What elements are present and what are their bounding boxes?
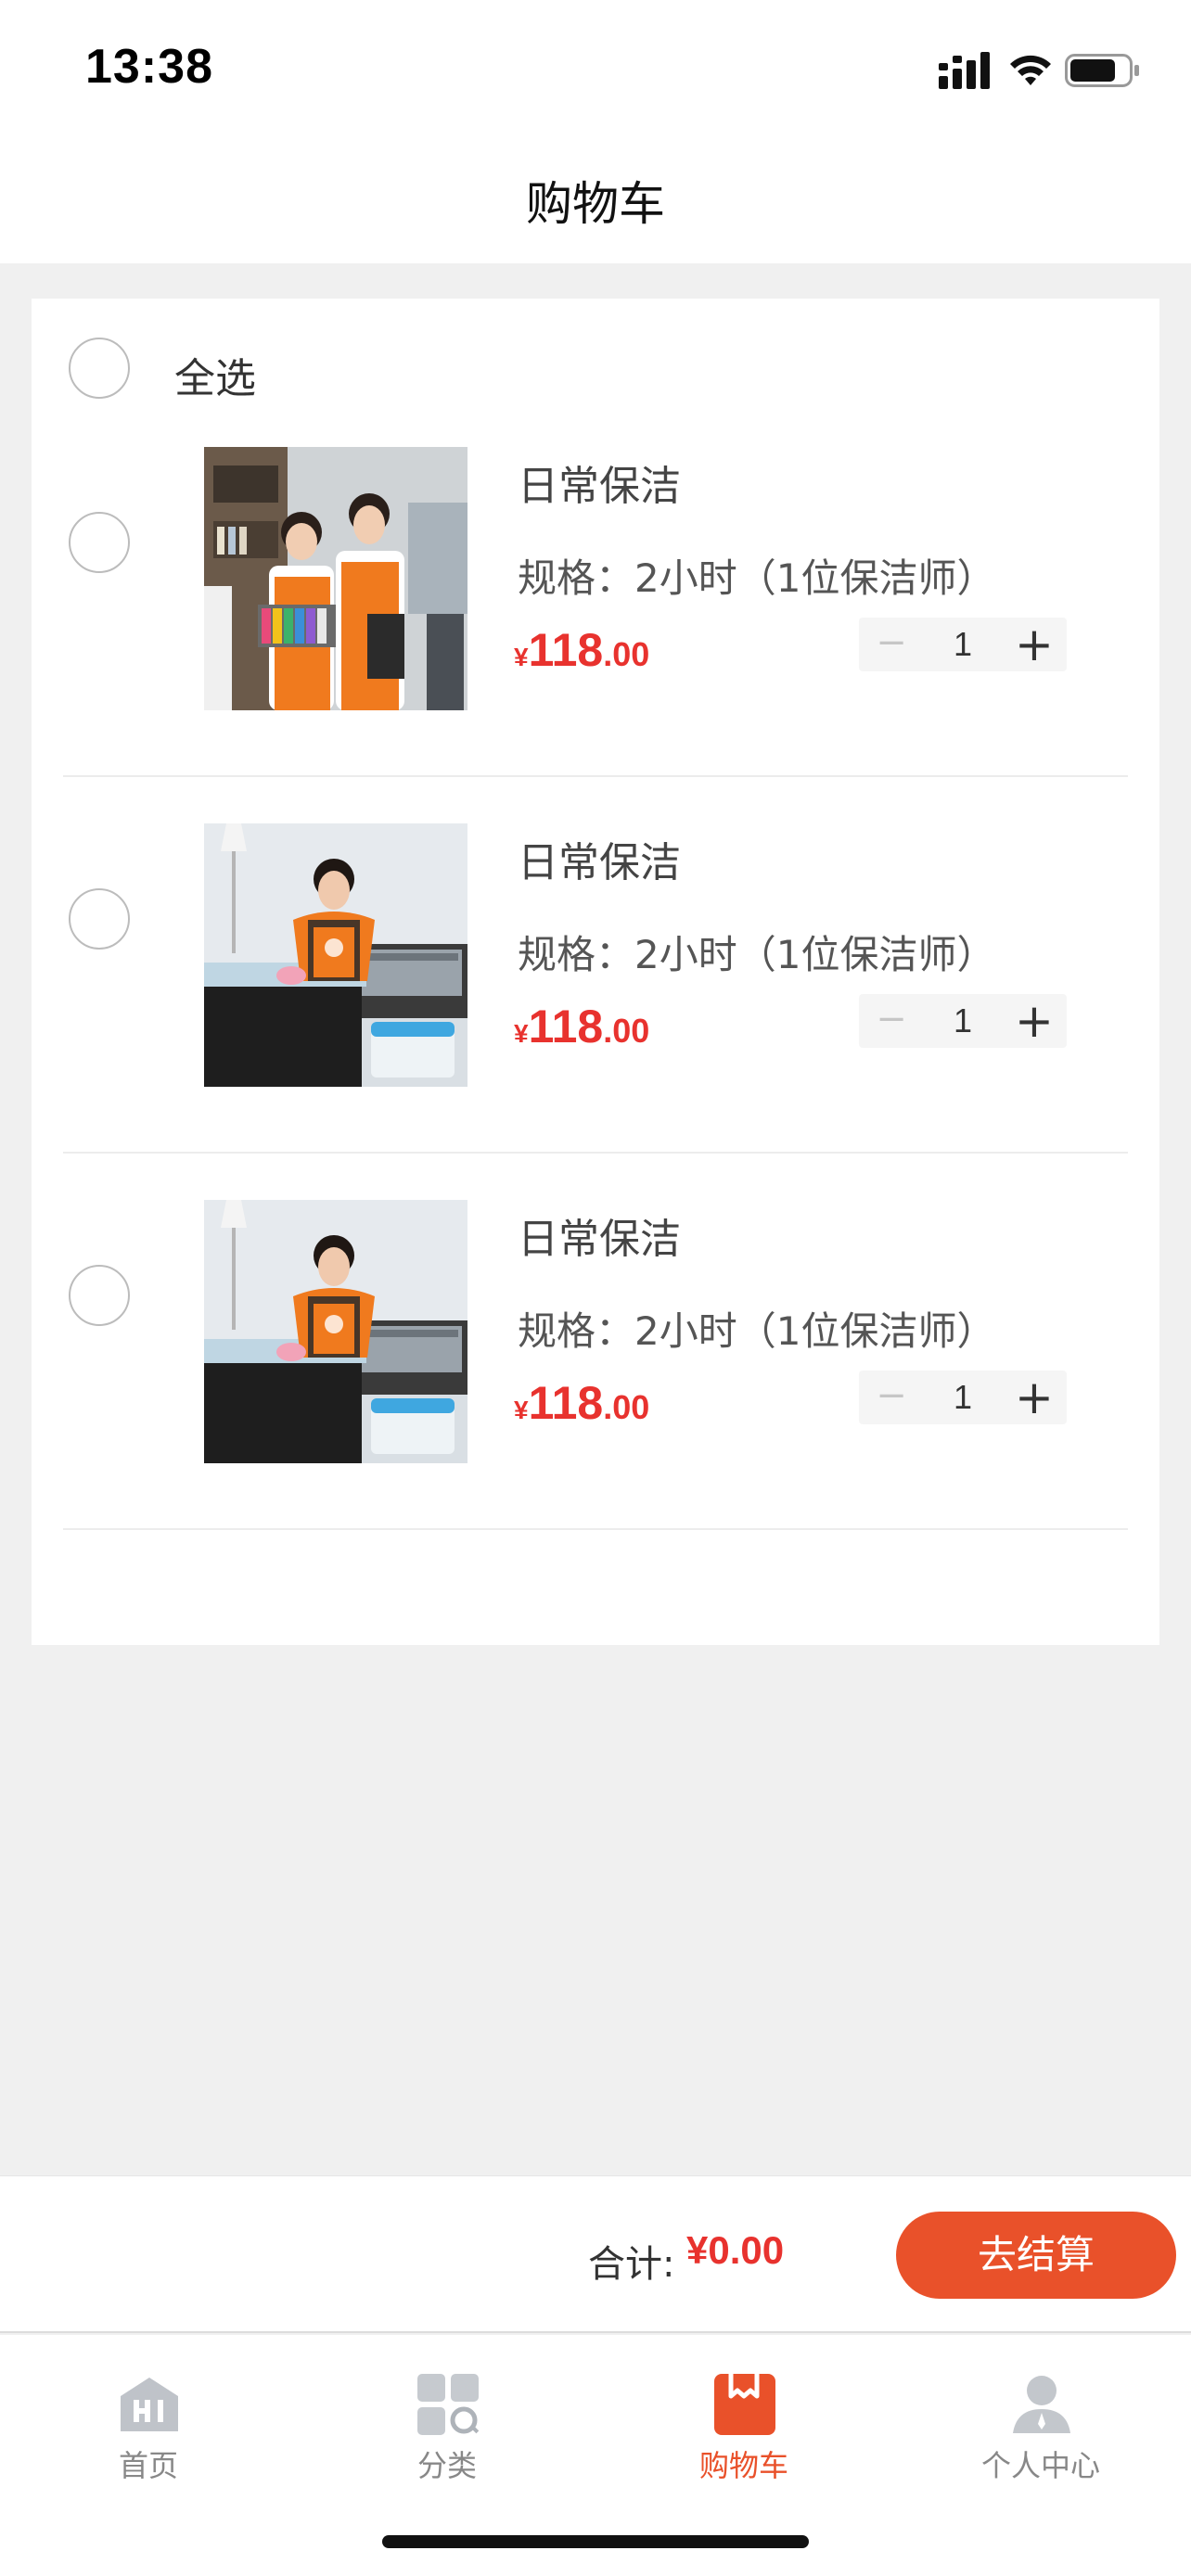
tab-category[interactable]: 分类 bbox=[336, 2353, 558, 2493]
item-name[interactable]: 日常保洁 bbox=[518, 829, 681, 888]
item-name[interactable]: 日常保洁 bbox=[518, 1205, 681, 1265]
cart-item: 日常保洁 规格：2小时（1位保洁师） ¥118.00 − 1 + bbox=[32, 777, 1159, 1154]
cart-list: 全选 日常保洁 规格：2小时（1位保洁师） ¥118.00 − 1 + 日常保洁… bbox=[32, 299, 1159, 1645]
tab-label: 分类 bbox=[416, 2448, 477, 2483]
quantity-stepper: − 1 + bbox=[859, 618, 1067, 671]
cleaner-wiping-table-photo bbox=[204, 823, 467, 1087]
item-price: ¥118.00 bbox=[514, 624, 650, 676]
page-title: 购物车 bbox=[526, 177, 665, 231]
total-label: 合计: bbox=[588, 2243, 675, 2286]
battery-icon bbox=[1065, 54, 1139, 87]
item-spec: 规格：2小时（1位保洁师） bbox=[518, 1308, 996, 1354]
cart-item: 日常保洁 规格：2小时（1位保洁师） ¥118.00 − 1 + bbox=[32, 401, 1159, 777]
home-indicator[interactable] bbox=[382, 2535, 809, 2548]
tab-profile[interactable]: 个人中心 bbox=[929, 2353, 1152, 2493]
item-price: ¥118.00 bbox=[514, 1001, 650, 1052]
quantity-stepper: − 1 + bbox=[859, 1371, 1067, 1424]
increase-button[interactable]: + bbox=[1002, 618, 1067, 671]
two-cleaners-photo bbox=[204, 447, 467, 710]
nav-bar: 购物车 bbox=[0, 139, 1191, 263]
profile-icon bbox=[1013, 2376, 1070, 2433]
status-time: 13:38 bbox=[85, 40, 213, 94]
item-checkbox[interactable] bbox=[69, 512, 130, 573]
item-name[interactable]: 日常保洁 bbox=[518, 453, 681, 512]
quantity-value: 1 bbox=[953, 1001, 973, 1039]
item-checkbox[interactable] bbox=[69, 888, 130, 950]
home-icon bbox=[121, 2378, 178, 2431]
cart-item: 日常保洁 规格：2小时（1位保洁师） ¥118.00 − 1 + bbox=[32, 1154, 1159, 1530]
divider bbox=[63, 1528, 1128, 1530]
item-image[interactable] bbox=[204, 823, 467, 1087]
select-all-label: 全选 bbox=[174, 355, 256, 402]
increase-button[interactable]: + bbox=[1002, 994, 1067, 1048]
decrease-button[interactable]: − bbox=[859, 1371, 924, 1424]
status-bar: 13:38 bbox=[0, 0, 1191, 139]
increase-button[interactable]: + bbox=[1002, 1371, 1067, 1424]
tab-home[interactable]: 首页 bbox=[37, 2353, 260, 2493]
item-image[interactable] bbox=[204, 1200, 467, 1463]
category-icon bbox=[417, 2374, 480, 2435]
item-spec: 规格：2小时（1位保洁师） bbox=[518, 555, 996, 601]
checkout-button[interactable]: 去结算 bbox=[896, 2212, 1176, 2299]
cleaner-wiping-table-photo bbox=[204, 1200, 467, 1463]
tab-label: 首页 bbox=[118, 2448, 178, 2483]
item-checkbox[interactable] bbox=[69, 1265, 130, 1326]
checkout-bar: 合计: ¥0.00 去结算 bbox=[0, 2175, 1191, 2333]
quantity-value: 1 bbox=[953, 625, 973, 663]
cart-icon bbox=[714, 2374, 775, 2435]
total-value: ¥0.00 bbox=[686, 2228, 785, 2272]
tab-label: 个人中心 bbox=[980, 2448, 1100, 2483]
quantity-stepper: − 1 + bbox=[859, 994, 1067, 1048]
signal-icon bbox=[939, 52, 990, 89]
quantity-value: 1 bbox=[953, 1378, 973, 1416]
item-spec: 规格：2小时（1位保洁师） bbox=[518, 932, 996, 977]
item-image[interactable] bbox=[204, 447, 467, 710]
decrease-button[interactable]: − bbox=[859, 994, 924, 1048]
wifi-icon bbox=[1010, 55, 1051, 85]
tab-label: 购物车 bbox=[698, 2448, 788, 2483]
select-all-checkbox[interactable] bbox=[69, 338, 130, 399]
tab-cart[interactable]: 购物车 bbox=[633, 2353, 855, 2493]
item-price: ¥118.00 bbox=[514, 1377, 650, 1429]
decrease-button[interactable]: − bbox=[859, 618, 924, 671]
